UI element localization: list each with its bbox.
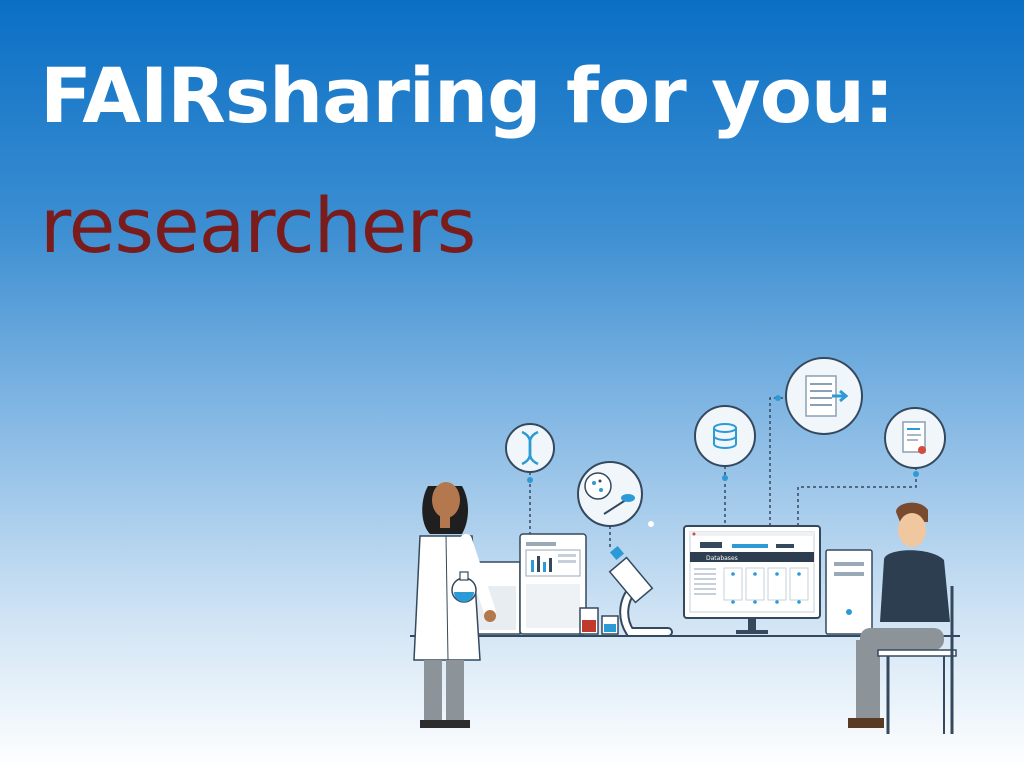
researchers-illustration: Databases xyxy=(410,357,960,734)
connector-table xyxy=(769,397,784,526)
table-export-icon xyxy=(785,357,863,435)
scientist-figure xyxy=(413,482,496,728)
monitor-screen-label: Databases xyxy=(706,555,738,562)
analysis-instrument xyxy=(519,533,587,635)
computer-monitor: Databases xyxy=(683,525,821,634)
slide-title: FAIRsharing for you: xyxy=(40,51,894,140)
slide-subtitle: researchers xyxy=(40,181,476,270)
connector-dot xyxy=(527,477,533,483)
computer-tower xyxy=(825,549,873,635)
database-icon xyxy=(694,405,756,467)
beakers xyxy=(579,607,619,635)
cell-culture-icon xyxy=(577,461,643,527)
certificate-document-icon xyxy=(884,407,946,469)
dna-icon xyxy=(505,423,555,473)
